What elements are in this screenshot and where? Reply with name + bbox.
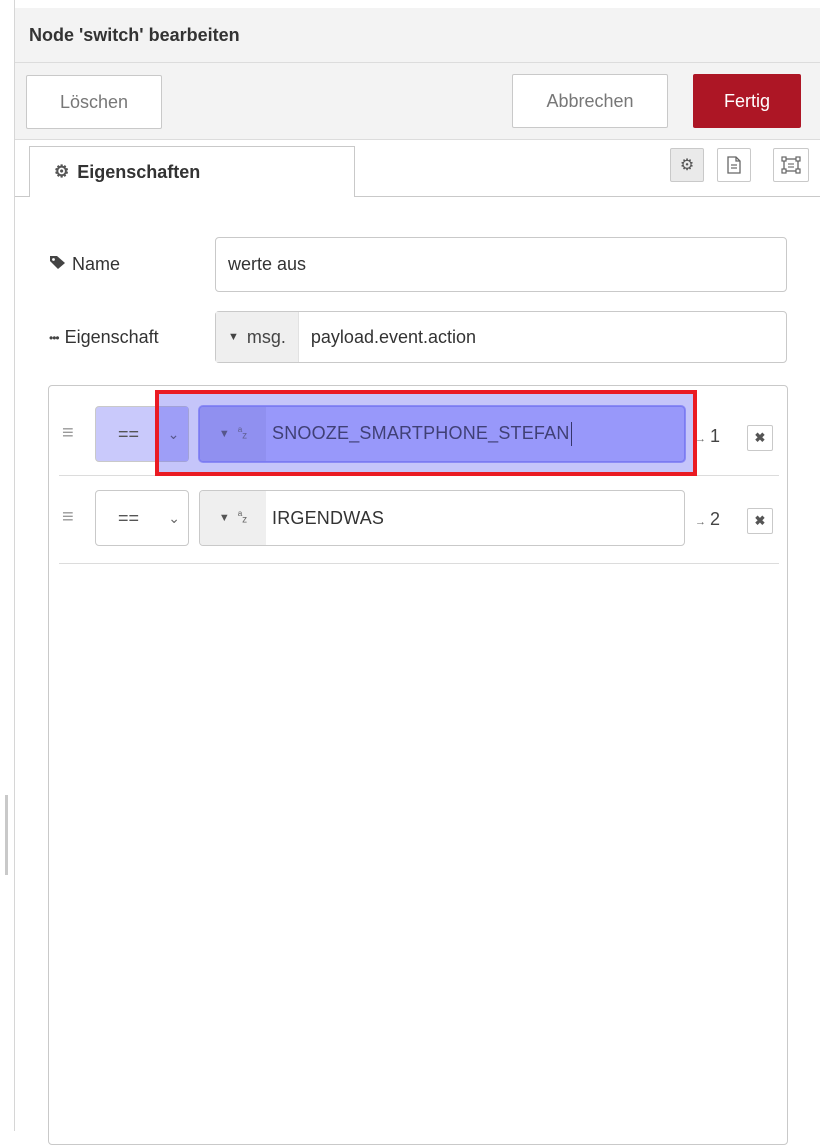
tab-bar: ⚙ Eigenschaften ⚙ xyxy=(15,140,820,197)
caret-down-icon: ▼ xyxy=(228,331,239,343)
rule-1-output: → 1 xyxy=(695,426,720,447)
close-icon: ✖ xyxy=(754,513,766,528)
settings-tab-button[interactable]: ⚙ xyxy=(670,148,704,182)
tray-header: Node 'switch' bearbeiten xyxy=(15,8,820,63)
rule-2-value-input[interactable]: ▼ ᵃz IRGENDWAS xyxy=(199,490,685,546)
close-icon: ✖ xyxy=(754,430,766,445)
edit-tray: Node 'switch' bearbeiten Löschen Abbrech… xyxy=(14,0,820,1145)
rule-2-operator-label: == xyxy=(118,507,140,528)
rule-2-output-number: 2 xyxy=(710,509,721,529)
caret-down-icon: ▼ xyxy=(218,512,230,524)
property-type-select[interactable]: ▼ msg. xyxy=(216,312,299,362)
name-label: Name xyxy=(49,254,120,275)
left-gutter xyxy=(0,0,14,1131)
ellipsis-icon: ••• xyxy=(49,330,60,345)
frame-icon xyxy=(781,156,801,174)
tab-properties-label: Eigenschaften xyxy=(77,161,201,182)
rule-2-type-select[interactable]: ▼ ᵃz xyxy=(200,491,266,545)
rule-2-output: → 2 xyxy=(695,509,720,530)
delete-button[interactable]: Löschen xyxy=(26,75,162,129)
string-type-icon: ᵃz xyxy=(237,508,248,526)
cancel-button[interactable]: Abbrechen xyxy=(512,74,668,128)
rule-2-operator-select[interactable]: == ⌄ xyxy=(95,490,189,546)
rule-1-output-number: 1 xyxy=(710,426,721,446)
property-type-label: msg. xyxy=(246,326,286,347)
rule-2-delete-button[interactable]: ✖ xyxy=(747,508,773,534)
tab-properties[interactable]: ⚙ Eigenschaften xyxy=(29,146,355,197)
property-input[interactable]: ▼ msg. payload.event.action xyxy=(215,311,787,363)
rule-1-delete-button[interactable]: ✖ xyxy=(747,425,773,451)
tray-toolbar: Löschen Abbrechen Fertig xyxy=(15,63,820,140)
arrow-right-icon: → xyxy=(695,516,706,528)
gear-icon: ⚙ xyxy=(679,157,695,174)
done-button[interactable]: Fertig xyxy=(693,74,801,128)
name-input[interactable]: werte aus xyxy=(215,237,787,292)
drag-handle-icon[interactable]: ≡ xyxy=(62,422,74,445)
name-label-text: Name xyxy=(72,254,121,274)
rule-row-2: ≡ == ⌄ ▼ ᵃz IRGENDWAS → 2 ✖ xyxy=(49,474,789,564)
rule-separator xyxy=(59,563,779,564)
rule-1-operator-label: == xyxy=(118,423,140,444)
annotation-highlight-box xyxy=(155,390,697,476)
rules-list: ≡ == ⌄ ▼ ᵃz SNOOZE_SMARTPHONE_STEFAN → 1 … xyxy=(48,385,788,1145)
name-input-value: werte aus xyxy=(228,254,307,274)
tray-title: Node 'switch' bearbeiten xyxy=(29,25,240,45)
drag-handle-icon[interactable]: ≡ xyxy=(62,506,74,529)
document-icon xyxy=(727,156,741,174)
property-label: ••• Eigenschaft xyxy=(49,327,159,348)
resize-grip[interactable] xyxy=(5,795,8,875)
property-label-text: Eigenschaft xyxy=(64,327,159,347)
description-tab-button[interactable] xyxy=(717,148,751,182)
tag-icon xyxy=(49,255,66,275)
property-value: payload.event.action xyxy=(310,326,477,347)
appearance-tab-button[interactable] xyxy=(773,148,809,182)
chevron-down-icon: ⌄ xyxy=(168,509,180,526)
gear-icon: ⚙ xyxy=(54,162,70,181)
rule-2-value-text: IRGENDWAS xyxy=(272,507,385,528)
